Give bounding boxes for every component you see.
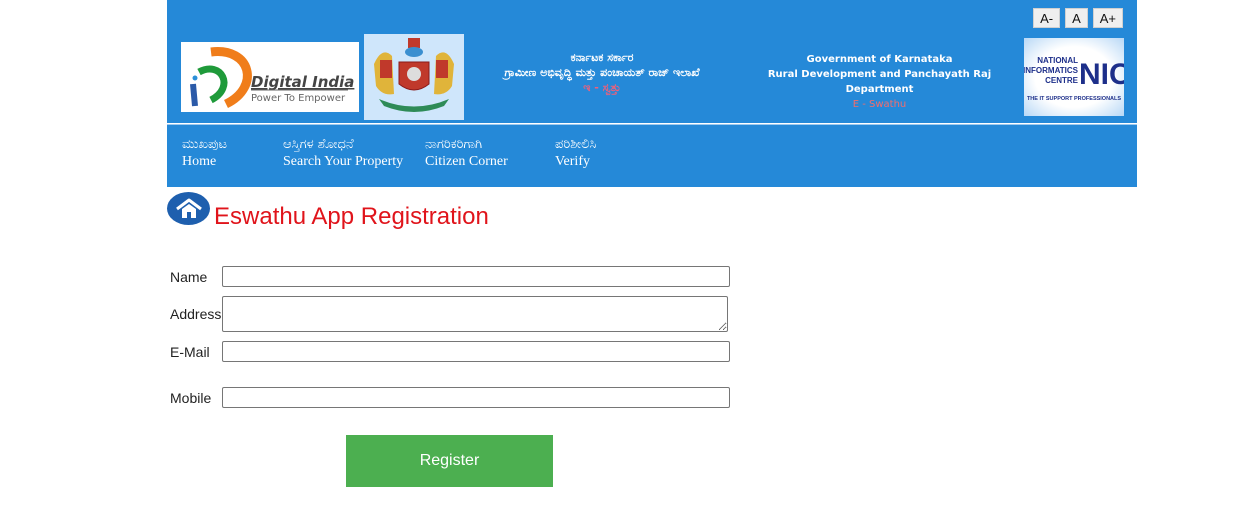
email-label: E-Mail: [170, 344, 210, 360]
register-button[interactable]: Register: [346, 435, 553, 487]
english-department-title: Government of Karnataka Rural Developmen…: [742, 52, 1017, 112]
font-size-controls: A- A A+: [1033, 8, 1123, 28]
english-line-1: Government of Karnataka: [806, 54, 953, 65]
nav-citizen-kannada: ನಾಗರಿಕರಿಗಾಗಿ: [425, 137, 483, 152]
kannada-department-title: ಕರ್ನಾಟಕ ಸರ್ಕಾರ ಗ್ರಾಮೀಣ ಅಭಿವೃದ್ಧಿ ಮತ್ತು ಪ…: [467, 50, 737, 95]
email-input[interactable]: [222, 341, 730, 362]
english-line-3: E - Swathu: [852, 99, 907, 110]
karnataka-emblem-logo: [364, 34, 464, 120]
kannada-line-2: ಗ್ರಾಮೀಣ ಅಭಿವೃದ್ಧಿ ಮತ್ತು ಪಂಚಾಯತ್ ರಾಜ್ ಇಲಾ…: [504, 66, 700, 79]
digital-india-logo: Digital India Power To Empower: [181, 42, 359, 112]
kannada-line-3: ಇ - ಸ್ವತ್ತು: [583, 81, 621, 94]
nav-citizen-english: Citizen Corner: [425, 154, 508, 169]
font-decrease-button[interactable]: A-: [1033, 8, 1061, 28]
page-title: Eswathu App Registration: [214, 203, 489, 230]
nic-logo: NATIONAL INFORMATICS CENTRE NIC THE IT S…: [1023, 38, 1131, 116]
font-increase-button[interactable]: A+: [1092, 8, 1123, 28]
nav-verify-english: Verify: [555, 154, 590, 169]
main-navigation: ಮುಖಪುಟ Home ಆಸ್ತಿಗಳ ಶೋಧನೆ Search Your Pr…: [167, 124, 1137, 187]
nav-item-verify[interactable]: ಪರಿಶೀಲಿಸಿ Verify: [555, 136, 596, 170]
svg-text:NATIONAL: NATIONAL: [1037, 56, 1078, 65]
mobile-label: Mobile: [170, 390, 212, 406]
digital-india-title: Digital India: [251, 73, 354, 91]
home-icon[interactable]: [167, 192, 210, 225]
font-reset-button[interactable]: A: [1065, 8, 1088, 28]
nav-item-search-property[interactable]: ಆಸ್ತಿಗಳ ಶೋಧನೆ Search Your Property: [283, 136, 403, 170]
mobile-input[interactable]: [222, 387, 730, 408]
address-label: Address: [170, 306, 222, 322]
nav-home-kannada: ಮುಖಪುಟ: [182, 137, 228, 152]
name-input[interactable]: [222, 266, 730, 287]
nav-search-kannada: ಆಸ್ತಿಗಳ ಶೋಧನೆ: [283, 137, 354, 152]
english-line-2: Rural Development and Panchayath Raj Dep…: [767, 69, 992, 95]
address-textarea[interactable]: [222, 296, 728, 332]
nav-search-english: Search Your Property: [283, 154, 404, 169]
kannada-line-1: ಕರ್ನಾಟಕ ಸರ್ಕಾರ: [570, 51, 634, 64]
site-header: A- A A+ Digital India Power To Empower ಕ…: [167, 0, 1137, 123]
nav-item-citizen-corner[interactable]: ನಾಗರಿಕರಿಗಾಗಿ Citizen Corner: [425, 136, 508, 170]
name-label: Name: [170, 269, 208, 285]
svg-text:INFORMATICS: INFORMATICS: [1024, 66, 1079, 75]
nav-verify-kannada: ಪರಿಶೀಲಿಸಿ: [555, 137, 597, 152]
digital-india-tagline: Power To Empower: [251, 93, 346, 104]
svg-text:THE IT SUPPORT PROFESSIONALS: THE IT SUPPORT PROFESSIONALS: [1027, 96, 1121, 102]
svg-text:CENTRE: CENTRE: [1045, 76, 1079, 85]
nic-mark: NIC: [1079, 58, 1124, 91]
nav-item-home[interactable]: ಮುಖಪುಟ Home: [182, 136, 227, 170]
nav-home-english: Home: [182, 154, 217, 169]
